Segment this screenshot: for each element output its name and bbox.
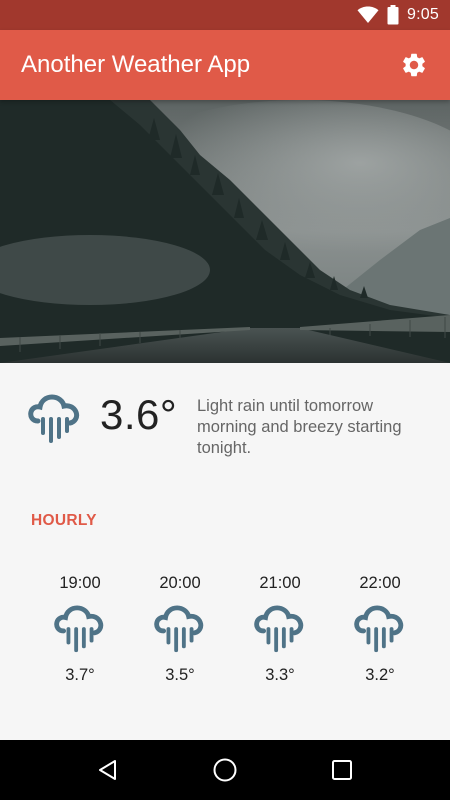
back-button[interactable] bbox=[78, 746, 138, 794]
hour-temperature: 3.7° bbox=[65, 666, 95, 684]
hero-image bbox=[0, 100, 450, 363]
status-time: 9:05 bbox=[407, 6, 439, 23]
app-bar: Another Weather App bbox=[0, 30, 450, 100]
home-icon bbox=[213, 758, 237, 782]
hour-temperature: 3.3° bbox=[265, 666, 295, 684]
hour-time: 19:00 bbox=[59, 574, 101, 592]
settings-button[interactable] bbox=[394, 45, 434, 85]
rain-cloud-icon bbox=[28, 393, 82, 452]
status-bar: 9:05 bbox=[0, 0, 450, 30]
recents-icon bbox=[331, 760, 352, 780]
hour-temperature: 3.5° bbox=[165, 666, 195, 684]
app-title: Another Weather App bbox=[21, 51, 251, 78]
hourly-forecast-list: 19:00 3.7° 20:00 3.5° 21:00 3.3° 22:00 3… bbox=[30, 574, 430, 694]
rain-cloud-icon bbox=[154, 604, 206, 664]
wifi-icon bbox=[357, 6, 379, 24]
hourly-item: 20:00 3.5° bbox=[130, 574, 230, 694]
home-button[interactable] bbox=[195, 746, 255, 794]
hourly-heading: HOURLY bbox=[31, 512, 97, 529]
rain-cloud-icon bbox=[54, 604, 106, 664]
weather-summary: Light rain until tomorrow morning and br… bbox=[197, 397, 402, 457]
rain-cloud-icon bbox=[254, 604, 306, 664]
back-icon bbox=[99, 760, 117, 780]
hour-time: 21:00 bbox=[259, 574, 301, 592]
gear-icon bbox=[403, 53, 425, 77]
rain-cloud-icon bbox=[354, 604, 406, 664]
hourly-item: 19:00 3.7° bbox=[30, 574, 130, 694]
battery-icon bbox=[387, 5, 399, 25]
navigation-bar bbox=[0, 740, 450, 800]
screen: 9:05 Another Weather App 3.6° Light rain… bbox=[0, 0, 450, 800]
hour-time: 22:00 bbox=[359, 574, 401, 592]
hourly-item: 22:00 3.2° bbox=[330, 574, 430, 694]
hourly-item: 21:00 3.3° bbox=[230, 574, 330, 694]
hour-time: 20:00 bbox=[159, 574, 201, 592]
current-temperature: 3.6° bbox=[100, 391, 178, 438]
hour-temperature: 3.2° bbox=[365, 666, 395, 684]
recents-button[interactable] bbox=[312, 746, 372, 794]
